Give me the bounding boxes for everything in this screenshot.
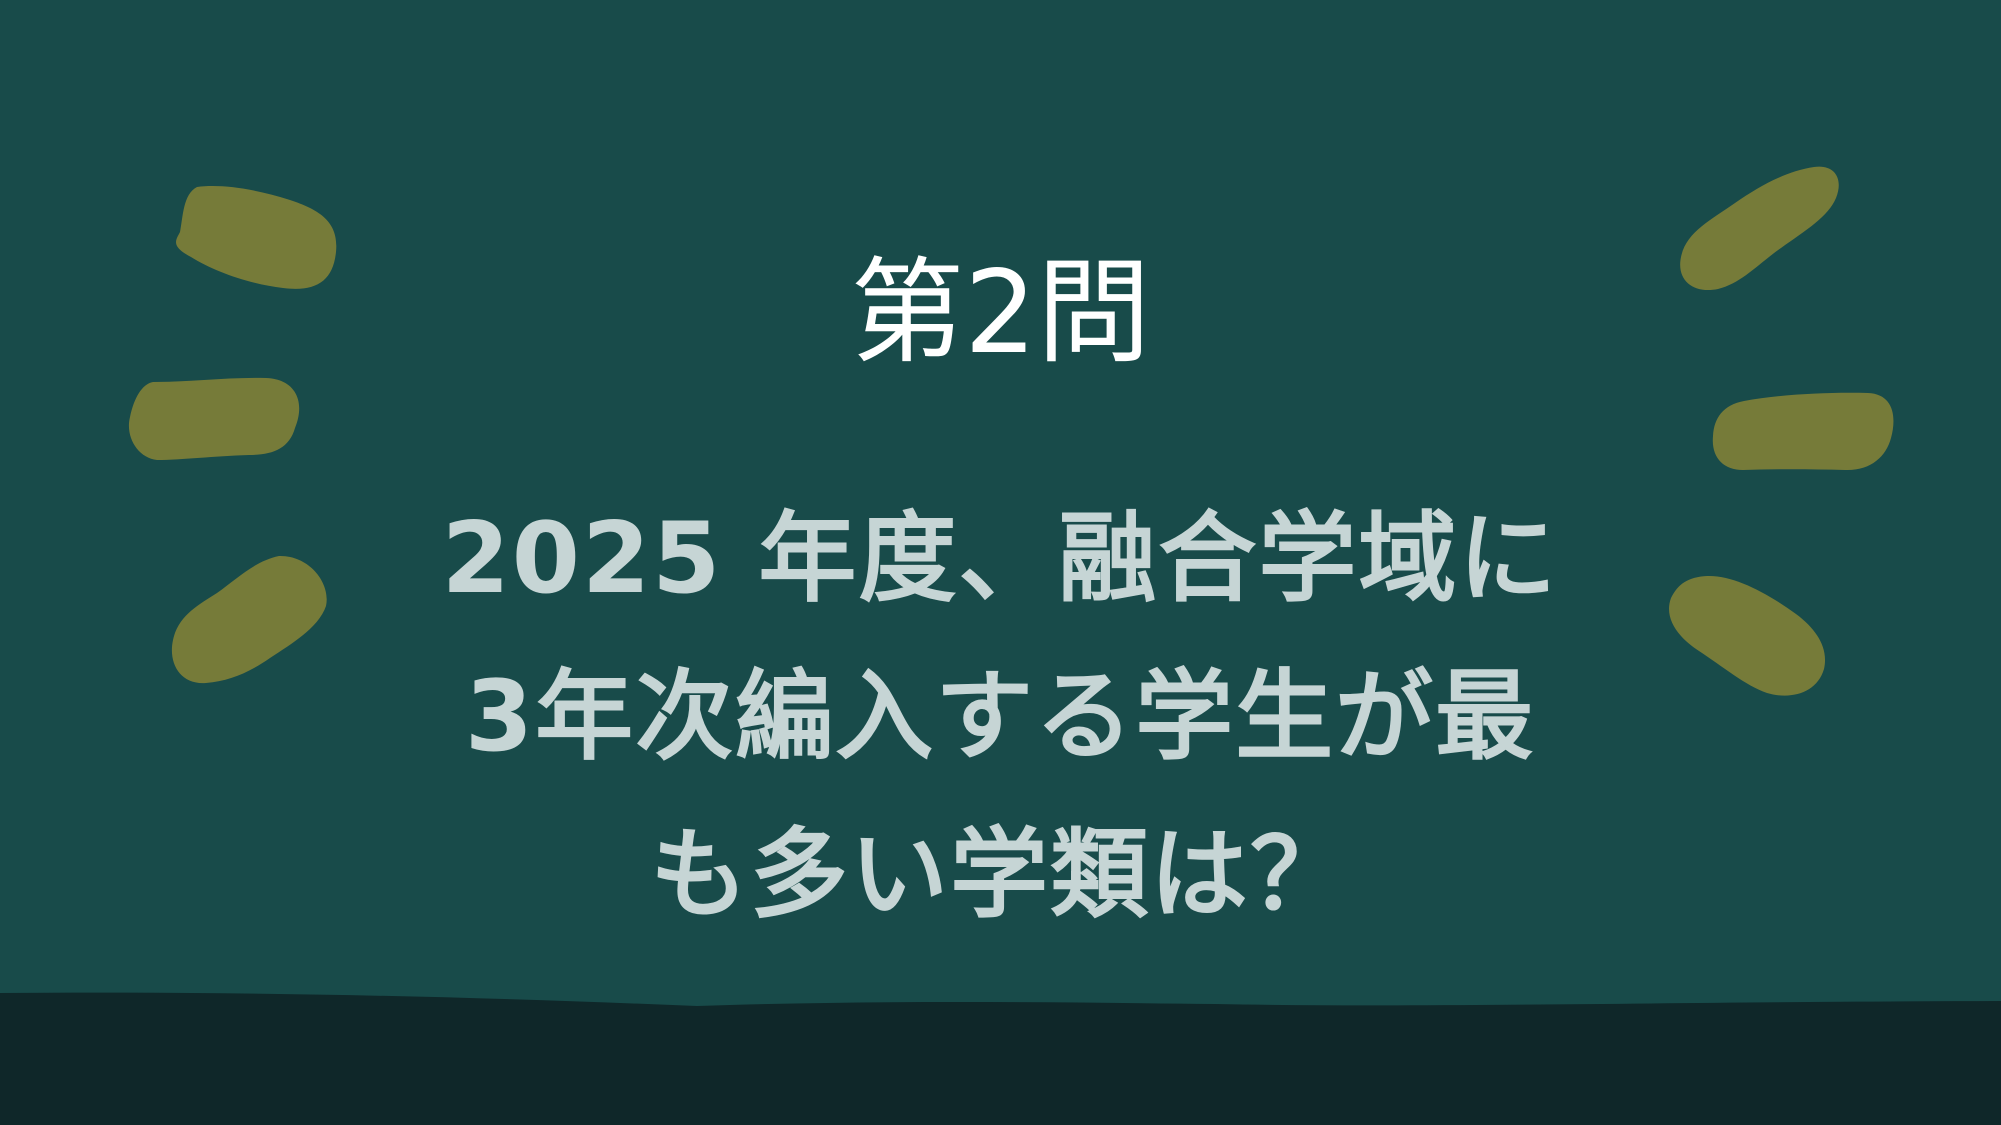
- question-number-title: 第2問: [850, 246, 1151, 379]
- question-text: 2025 年度、融合学域に 3年次編入する学生が最 も多い学類は？: [340, 480, 1660, 954]
- left-bottom-emphasis-mark: [171, 555, 327, 684]
- question-line-3: も多い学類は？: [649, 818, 1350, 932]
- right-middle-emphasis-mark: [1712, 392, 1894, 471]
- question-line-2: 3年次編入する学生が最: [464, 660, 1536, 774]
- bottom-ground-band: [0, 992, 2001, 1125]
- question-slide: 第2問 2025 年度、融合学域に 3年次編入する学生が最 も多い学類は？: [0, 0, 2001, 1125]
- left-middle-emphasis-mark: [128, 377, 300, 460]
- right-bottom-emphasis-mark: [1669, 575, 1826, 696]
- question-line-1: 2025 年度、融合学域に: [441, 502, 1559, 616]
